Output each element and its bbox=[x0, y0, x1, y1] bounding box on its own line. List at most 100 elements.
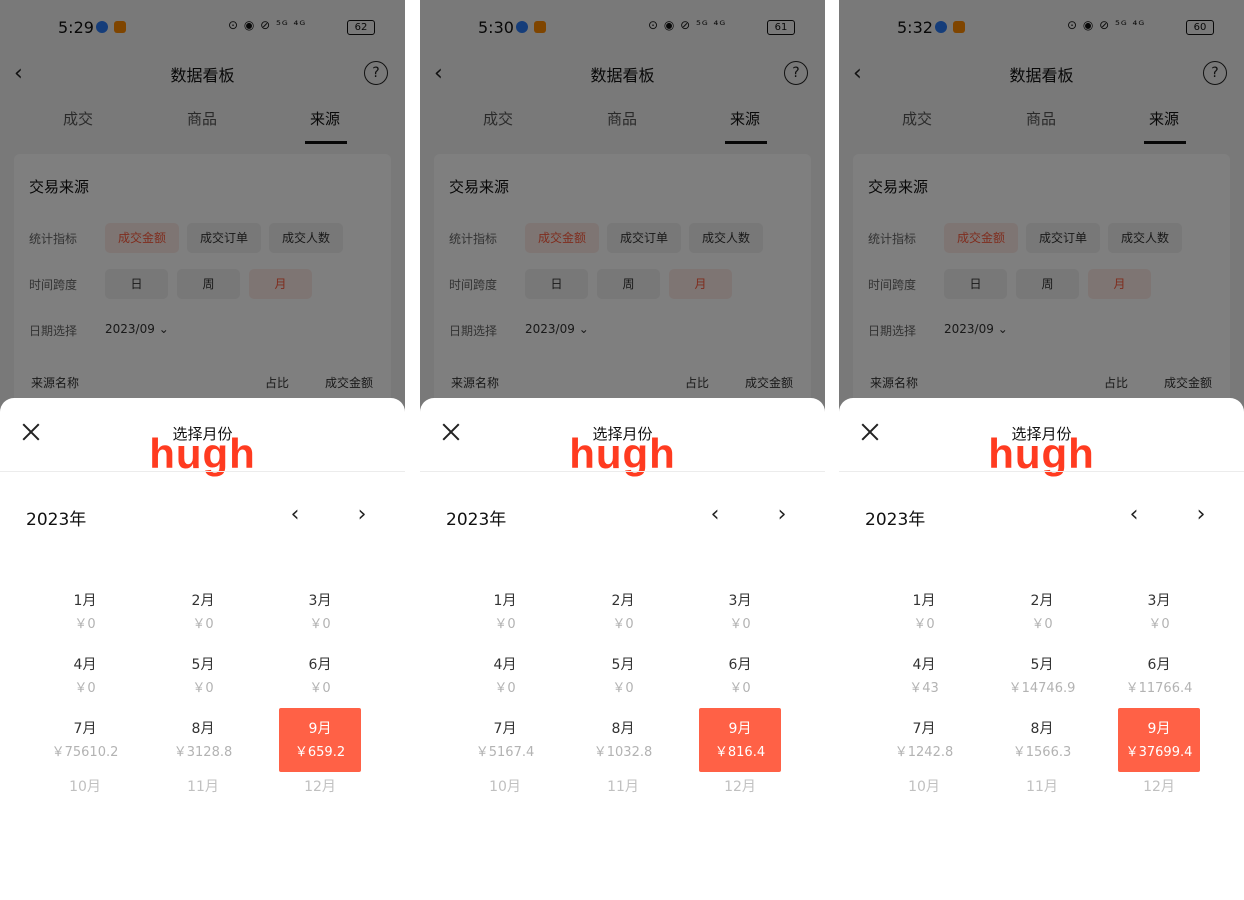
sheet-title: 选择月份 bbox=[592, 425, 653, 443]
month-amount: ￥659.2 bbox=[294, 745, 346, 760]
month-cell[interactable]: 3月 ￥0 bbox=[279, 580, 361, 644]
sheet-title: 选择月份 bbox=[172, 425, 233, 443]
month-name: 5月 bbox=[611, 657, 635, 673]
month-name: 6月 bbox=[728, 657, 752, 673]
screens: 5:29 ⊙ ◉ ⊘ ⁵ᴳ ⁴ᴳ 62 ‹ 数据看板 ? 成交 商品 来源 交易… bbox=[0, 0, 1244, 900]
month-cell: 11月 bbox=[1001, 766, 1083, 830]
month-cell[interactable]: 3月 ￥0 bbox=[699, 580, 781, 644]
month-name: 3月 bbox=[1147, 593, 1171, 609]
month-cell[interactable]: 1月 ￥0 bbox=[464, 580, 546, 644]
month-picker-sheet: 选择月份 hugh 2023年 ‹ › 1月 ￥0 2月 ￥0 3月 ￥0 4月 ￥0 5月 ￥0… bbox=[0, 398, 405, 900]
month-cell: 10月 bbox=[44, 766, 126, 830]
phone-screen-1: 5:29 ⊙ ◉ ⊘ ⁵ᴳ ⁴ᴳ 62 ‹ 数据看板 ? 成交 商品 来源 交易… bbox=[0, 0, 405, 900]
month-amount: ￥37699.4 bbox=[1125, 745, 1193, 760]
month-cell[interactable]: 2月 ￥0 bbox=[1001, 580, 1083, 644]
month-cell: 12月 bbox=[1118, 766, 1200, 830]
month-amount: ￥0 bbox=[74, 617, 96, 632]
divider bbox=[0, 471, 405, 472]
chevron-right-icon[interactable]: › bbox=[772, 504, 792, 526]
month-cell[interactable]: 7月 ￥5167.4 bbox=[464, 708, 546, 772]
month-name: 4月 bbox=[73, 657, 97, 673]
month-name: 8月 bbox=[1030, 721, 1054, 737]
month-amount: ￥1566.3 bbox=[1012, 745, 1072, 760]
month-amount: ￥0 bbox=[192, 681, 214, 696]
month-cell: 10月 bbox=[464, 766, 546, 830]
divider bbox=[839, 471, 1244, 472]
month-cell[interactable]: 5月 ￥14746.9 bbox=[1001, 644, 1083, 708]
month-name: 3月 bbox=[308, 593, 332, 609]
month-cell[interactable]: 8月 ￥1566.3 bbox=[1001, 708, 1083, 772]
month-cell[interactable]: 4月 ￥0 bbox=[464, 644, 546, 708]
month-cell[interactable]: 9月 ￥37699.4 bbox=[1118, 708, 1200, 772]
month-cell[interactable]: 9月 ￥816.4 bbox=[699, 708, 781, 772]
month-cell[interactable]: 7月 ￥1242.8 bbox=[883, 708, 965, 772]
month-cell: 12月 bbox=[279, 766, 361, 830]
month-amount: ￥0 bbox=[74, 681, 96, 696]
chevron-right-icon[interactable]: › bbox=[1191, 504, 1211, 526]
month-amount: ￥0 bbox=[494, 617, 516, 632]
month-cell[interactable]: 2月 ￥0 bbox=[582, 580, 664, 644]
month-amount: ￥1032.8 bbox=[593, 745, 653, 760]
month-name: 1月 bbox=[73, 593, 97, 609]
month-cell[interactable]: 8月 ￥3128.8 bbox=[162, 708, 244, 772]
month-name: 4月 bbox=[493, 657, 517, 673]
month-cell[interactable]: 3月 ￥0 bbox=[1118, 580, 1200, 644]
month-picker-sheet: 选择月份 hugh 2023年 ‹ › 1月 ￥0 2月 ￥0 3月 ￥0 4月 ￥43 5月 ￥… bbox=[839, 398, 1244, 900]
month-name: 2月 bbox=[191, 593, 215, 609]
month-amount: ￥0 bbox=[729, 681, 751, 696]
month-picker-sheet: 选择月份 hugh 2023年 ‹ › 1月 ￥0 2月 ￥0 3月 ￥0 4月 ￥0 5月 ￥0… bbox=[420, 398, 825, 900]
month-name: 8月 bbox=[611, 721, 635, 737]
month-amount: ￥816.4 bbox=[714, 745, 766, 760]
month-amount: ￥0 bbox=[612, 681, 634, 696]
chevron-left-icon[interactable]: ‹ bbox=[285, 504, 305, 526]
month-name: 11月 bbox=[607, 779, 639, 795]
chevron-left-icon[interactable]: ‹ bbox=[705, 504, 725, 526]
month-name: 8月 bbox=[191, 721, 215, 737]
month-name: 6月 bbox=[308, 657, 332, 673]
month-name: 1月 bbox=[493, 593, 517, 609]
month-name: 11月 bbox=[187, 779, 219, 795]
month-cell[interactable]: 8月 ￥1032.8 bbox=[582, 708, 664, 772]
month-cell[interactable]: 4月 ￥43 bbox=[883, 644, 965, 708]
month-name: 12月 bbox=[724, 779, 756, 795]
month-cell[interactable]: 6月 ￥11766.4 bbox=[1118, 644, 1200, 708]
divider bbox=[420, 471, 825, 472]
month-cell[interactable]: 1月 ￥0 bbox=[883, 580, 965, 644]
month-amount: ￥14746.9 bbox=[1008, 681, 1076, 696]
chevron-left-icon[interactable]: ‹ bbox=[1124, 504, 1144, 526]
month-name: 10月 bbox=[489, 779, 521, 795]
month-cell[interactable]: 5月 ￥0 bbox=[162, 644, 244, 708]
month-amount: ￥0 bbox=[494, 681, 516, 696]
month-cell[interactable]: 7月 ￥75610.2 bbox=[44, 708, 126, 772]
month-amount: ￥43 bbox=[909, 681, 939, 696]
month-name: 7月 bbox=[493, 721, 517, 737]
month-name: 10月 bbox=[908, 779, 940, 795]
month-amount: ￥0 bbox=[192, 617, 214, 632]
month-name: 7月 bbox=[912, 721, 936, 737]
month-cell[interactable]: 4月 ￥0 bbox=[44, 644, 126, 708]
month-cell[interactable]: 2月 ￥0 bbox=[162, 580, 244, 644]
month-cell[interactable]: 6月 ￥0 bbox=[279, 644, 361, 708]
chevron-right-icon[interactable]: › bbox=[352, 504, 372, 526]
month-name: 10月 bbox=[69, 779, 101, 795]
month-cell[interactable]: 9月 ￥659.2 bbox=[279, 708, 361, 772]
month-amount: ￥0 bbox=[309, 617, 331, 632]
month-cell[interactable]: 6月 ￥0 bbox=[699, 644, 781, 708]
month-amount: ￥0 bbox=[913, 617, 935, 632]
month-amount: ￥11766.4 bbox=[1125, 681, 1193, 696]
sheet-title: 选择月份 bbox=[1011, 425, 1072, 443]
month-name: 9月 bbox=[308, 721, 332, 737]
month-cell[interactable]: 5月 ￥0 bbox=[582, 644, 664, 708]
month-name: 7月 bbox=[73, 721, 97, 737]
year-label: 2023年 bbox=[446, 510, 507, 530]
month-amount: ￥3128.8 bbox=[173, 745, 233, 760]
month-amount: ￥0 bbox=[1031, 617, 1053, 632]
month-cell: 11月 bbox=[162, 766, 244, 830]
phone-screen-3: 5:32 ⊙ ◉ ⊘ ⁵ᴳ ⁴ᴳ 60 ‹ 数据看板 ? 成交 商品 来源 交易… bbox=[839, 0, 1244, 900]
phone-screen-2: 5:30 ⊙ ◉ ⊘ ⁵ᴳ ⁴ᴳ 61 ‹ 数据看板 ? 成交 商品 来源 交易… bbox=[420, 0, 825, 900]
month-cell: 11月 bbox=[582, 766, 664, 830]
month-name: 3月 bbox=[728, 593, 752, 609]
month-amount: ￥0 bbox=[1148, 617, 1170, 632]
month-amount: ￥75610.2 bbox=[51, 745, 119, 760]
month-cell[interactable]: 1月 ￥0 bbox=[44, 580, 126, 644]
